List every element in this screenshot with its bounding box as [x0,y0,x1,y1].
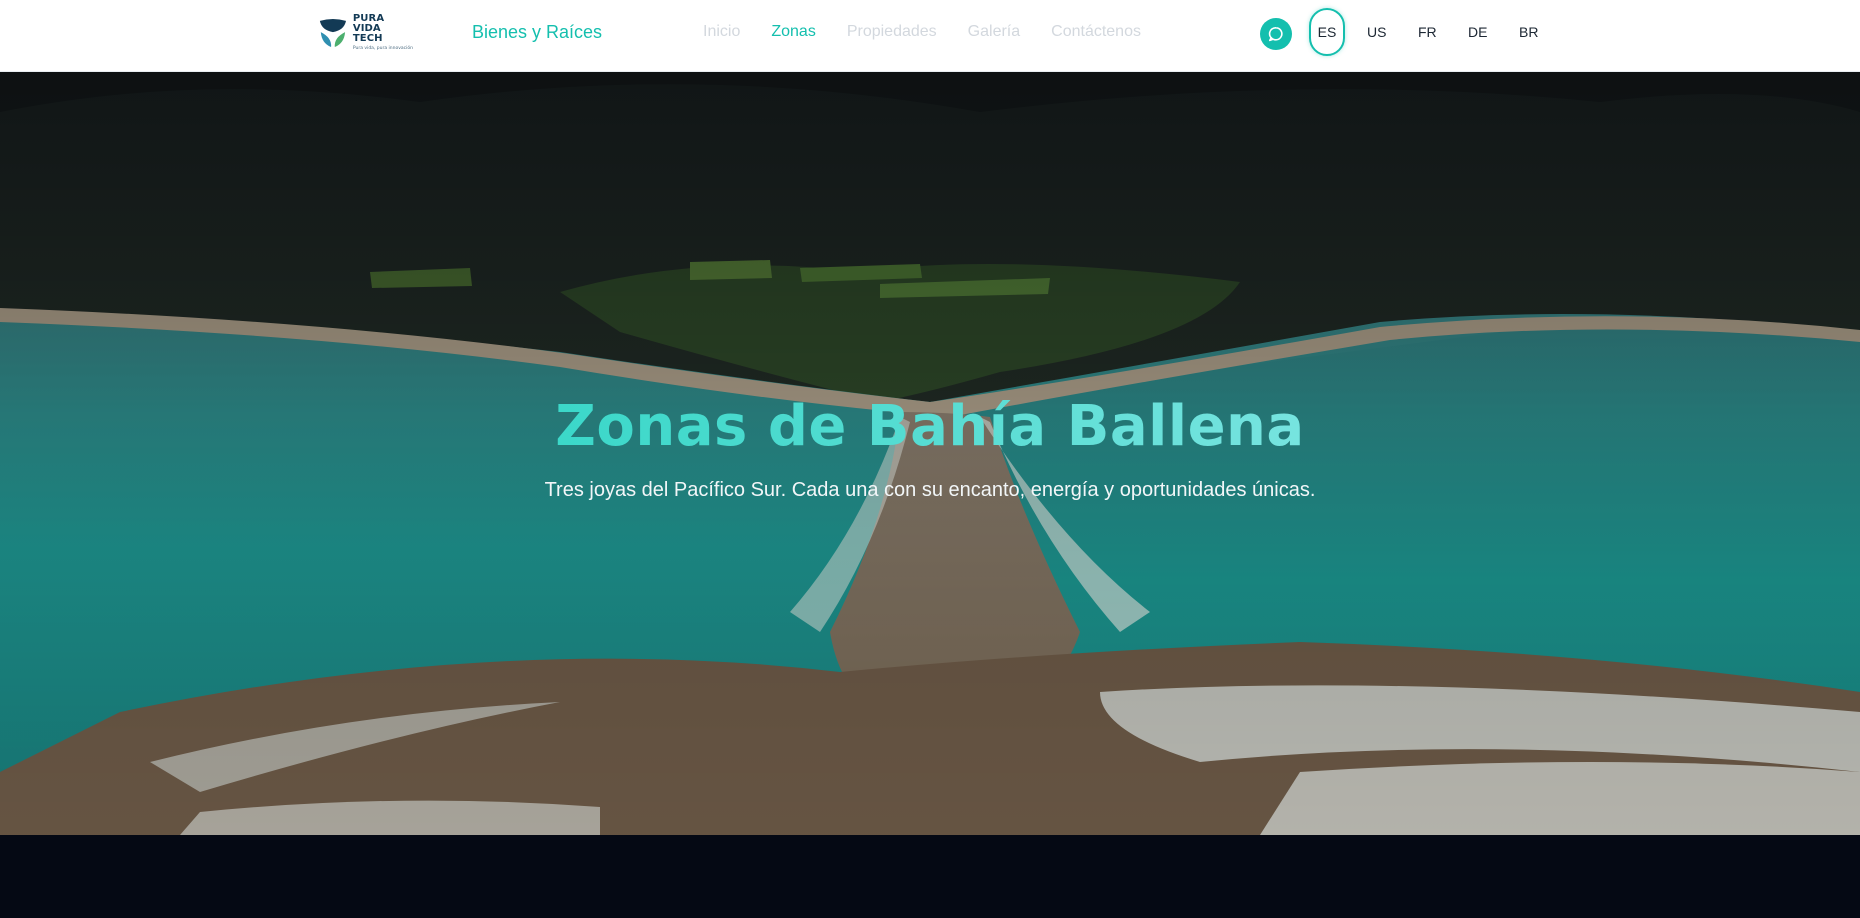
logo-text: PURA VIDA TECH Pura vida, pura innovació… [353,14,413,52]
nav-inicio[interactable]: Inicio [703,23,740,41]
hero-title: Zonas de Bahía Ballena [0,394,1860,459]
nav-contactenos[interactable]: Contáctenos [1051,23,1141,41]
nav-galeria[interactable]: Galería [968,23,1020,41]
main-nav: Inicio Zonas Propiedades Galería Contáct… [703,23,1172,41]
logo-line1: PURA VIDA [352,13,385,35]
brand-name[interactable]: Bienes y Raíces [472,22,602,43]
logo-line2: TECH [352,33,383,45]
lang-us-button[interactable]: US [1367,8,1386,56]
lang-fr-button[interactable]: FR [1418,8,1437,56]
lang-de-button[interactable]: DE [1468,8,1487,56]
nav-propiedades[interactable]: Propiedades [847,23,937,41]
site-header: PURA VIDA TECH Pura vida, pura innovació… [0,0,1860,72]
hero-section: Zonas de Bahía Ballena Tres joyas del Pa… [0,72,1860,835]
chat-bubble-icon [1268,27,1283,42]
hero-subtitle: Tres joyas del Pacífico Sur. Cada una co… [544,479,1316,501]
lang-br-button[interactable]: BR [1519,8,1538,56]
lang-es-button[interactable]: ES [1309,8,1345,56]
logo-tagline: Pura vida, pura innovación [352,46,413,52]
dark-section-band [0,835,1860,918]
chat-button[interactable] [1260,18,1292,50]
leaf-logo-icon [319,18,347,48]
nav-zonas[interactable]: Zonas [771,23,815,41]
logo[interactable]: PURA VIDA TECH Pura vida, pura innovació… [318,14,413,52]
